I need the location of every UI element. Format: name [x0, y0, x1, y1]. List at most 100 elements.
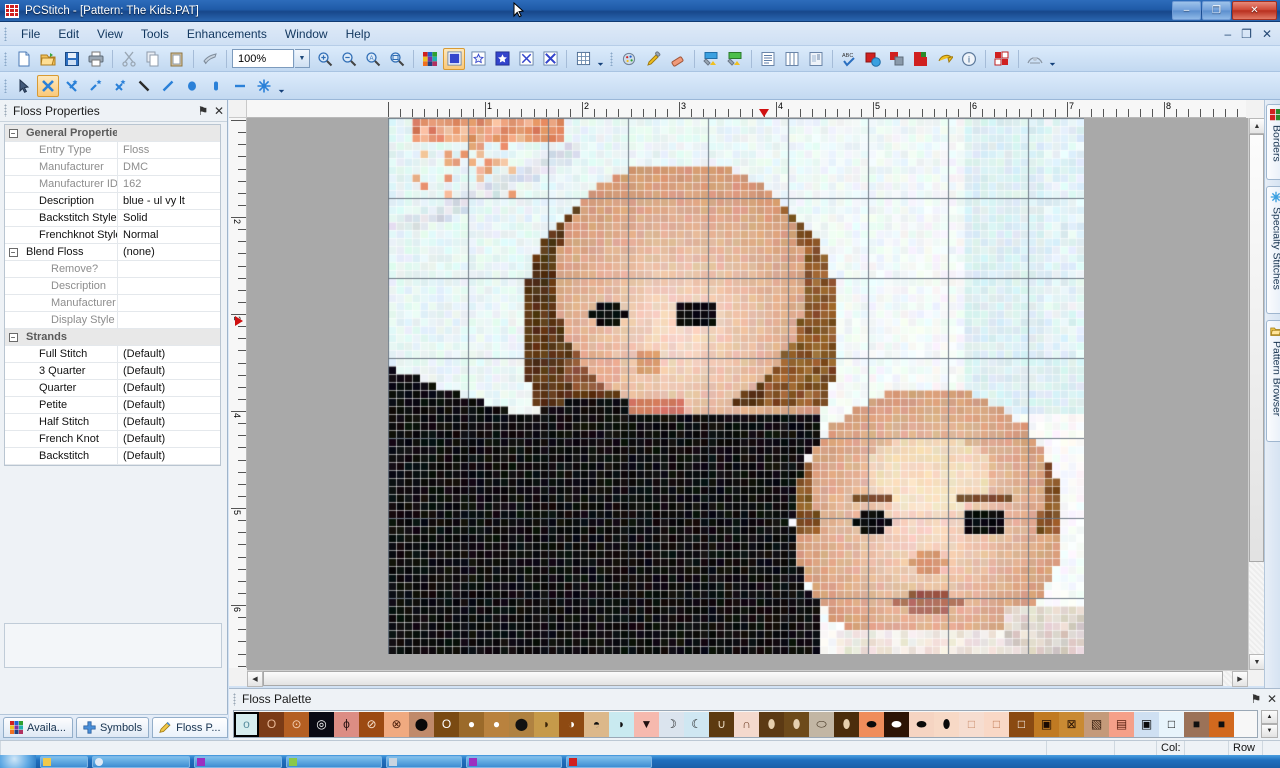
undo-arrow-icon[interactable]	[934, 48, 956, 70]
zoom-fit-icon[interactable]	[386, 48, 408, 70]
floss-swatch[interactable]: ◗	[609, 711, 634, 737]
property-row-blend-remove[interactable]: Remove?	[5, 261, 220, 278]
value-backstitch-style[interactable]: Solid	[117, 210, 220, 226]
property-row-3-quarter[interactable]: 3 Quarter (Default)	[5, 363, 220, 380]
vertical-scroll-track[interactable]	[1249, 134, 1264, 654]
floss-swatch[interactable]: ⬮	[934, 711, 959, 737]
floss-swatch[interactable]: ■	[1184, 711, 1209, 737]
taskbar-item-6[interactable]	[466, 755, 562, 768]
mdi-minimize-button[interactable]: –	[1224, 27, 1231, 41]
floss-swatch[interactable]: ⬤	[409, 711, 434, 737]
pattern-properties-icon[interactable]	[910, 48, 932, 70]
tab-pattern-browser[interactable]: Pattern Browser	[1266, 320, 1280, 442]
pattern-effects-icon[interactable]	[619, 48, 641, 70]
copy-icon[interactable]	[142, 48, 164, 70]
floss-swatch[interactable]: ◎	[309, 711, 334, 737]
chevron-down-icon[interactable]: ▼	[295, 49, 310, 68]
floss-swatch[interactable]: □	[984, 711, 1009, 737]
menu-enhancements[interactable]: Enhancements	[178, 24, 276, 44]
tab-borders[interactable]: Borders	[1266, 104, 1280, 180]
paste-icon[interactable]	[166, 48, 188, 70]
taskbar-item-3[interactable]	[194, 755, 282, 768]
backstitch-diagonal-icon[interactable]	[133, 75, 155, 97]
expander-blend-floss[interactable]: −	[5, 244, 21, 260]
tab-available-floss[interactable]: Availa...	[3, 717, 73, 738]
bead-icon[interactable]	[205, 75, 227, 97]
toolbar-overflow-standard[interactable]: ⏷	[595, 48, 606, 70]
floss-swatch[interactable]: o	[234, 711, 259, 737]
value-blend-floss[interactable]: (none)	[117, 244, 220, 260]
spell-check-icon[interactable]: ABC	[838, 48, 860, 70]
horizontal-scroll-thumb[interactable]	[263, 671, 1223, 686]
view-symbols-color-icon[interactable]	[491, 48, 513, 70]
scroll-left-arrow-icon[interactable]: ◀	[247, 671, 263, 687]
floss-swatch[interactable]: ◑	[559, 711, 584, 737]
vertical-scroll-thumb[interactable]	[1249, 134, 1264, 562]
show-grid-icon[interactable]	[572, 48, 594, 70]
floss-swatch[interactable]: O	[259, 711, 284, 737]
info-icon[interactable]: i	[958, 48, 980, 70]
import-image-icon[interactable]	[862, 48, 884, 70]
horizontal-ruler[interactable]: 123456789	[247, 100, 1246, 118]
floss-swatch[interactable]: ◗	[534, 711, 559, 737]
open-document-icon[interactable]	[37, 48, 59, 70]
floss-swatch[interactable]: ▧	[1084, 711, 1109, 737]
floss-swatch[interactable]: O	[434, 711, 459, 737]
zoom-in-icon[interactable]	[314, 48, 336, 70]
floss-swatch[interactable]: □	[1009, 711, 1034, 737]
floss-swatch[interactable]: ⊙	[284, 711, 309, 737]
expander-strands[interactable]: −	[5, 329, 21, 345]
canvas-vertical-scrollbar[interactable]: ▲ ▼	[1248, 118, 1265, 670]
expander-general[interactable]: −	[5, 125, 21, 141]
property-row-blend-description[interactable]: Description	[5, 278, 220, 295]
toolbar-overflow-tools[interactable]: ⏷	[276, 75, 287, 97]
property-group-general[interactable]: − General Properties	[5, 125, 220, 142]
print-document-icon[interactable]	[85, 48, 107, 70]
value-french-knot[interactable]: (Default)	[117, 431, 220, 447]
zoom-out-icon[interactable]	[338, 48, 360, 70]
select-arrow-icon[interactable]	[13, 75, 35, 97]
view-blocks-icon[interactable]	[443, 47, 465, 70]
floss-list-icon[interactable]	[757, 48, 779, 70]
three-quarter-stitch-icon[interactable]	[61, 75, 83, 97]
petite-stitch-icon[interactable]	[109, 75, 131, 97]
property-row-blend-manufacturer-id[interactable]: Manufacturer ID	[5, 295, 220, 312]
floss-swatch[interactable]: ⬮	[834, 711, 859, 737]
eyedropper-icon[interactable]	[643, 48, 665, 70]
restore-button[interactable]: ❐	[1202, 0, 1231, 20]
property-row-half-stitch[interactable]: Half Stitch (Default)	[5, 414, 220, 431]
preview-icon[interactable]	[1024, 48, 1046, 70]
pin-icon[interactable]: ⚑	[195, 103, 211, 119]
tab-floss-properties[interactable]: Floss P...	[152, 717, 228, 738]
menu-view[interactable]: View	[88, 24, 132, 44]
property-row-french-knot[interactable]: French Knot (Default)	[5, 431, 220, 448]
value-description[interactable]: blue - ul vy lt	[117, 193, 220, 209]
floss-swatch[interactable]: ϕ	[334, 711, 359, 737]
floss-palette-scrollbar[interactable]: ▲ ▼	[1261, 710, 1278, 738]
fill-color-icon[interactable]	[700, 48, 722, 70]
full-stitch-icon[interactable]	[37, 74, 59, 97]
menu-tools[interactable]: Tools	[132, 24, 178, 44]
floss-swatch[interactable]: ▣	[1034, 711, 1059, 737]
menu-edit[interactable]: Edit	[49, 24, 88, 44]
color-palette-icon[interactable]	[419, 48, 441, 70]
save-document-icon[interactable]	[61, 48, 83, 70]
quarter-stitch-icon[interactable]	[85, 75, 107, 97]
scroll-right-arrow-icon[interactable]: ▶	[1232, 671, 1248, 687]
floss-swatch[interactable]: ⬤	[509, 711, 534, 737]
cut-icon[interactable]	[118, 48, 140, 70]
palette-scroll-down-icon[interactable]: ▼	[1261, 724, 1278, 738]
floss-swatch[interactable]: ■	[1209, 711, 1234, 737]
property-group-strands[interactable]: − Strands	[5, 329, 220, 346]
floss-swatch[interactable]: □	[959, 711, 984, 737]
property-row-frenchknot-style[interactable]: Frenchknot Style Normal	[5, 227, 220, 244]
panel-grip[interactable]	[4, 104, 7, 117]
value-quarter[interactable]: (Default)	[117, 380, 220, 396]
value-backstitch[interactable]: (Default)	[117, 448, 220, 464]
floss-swatch[interactable]: ⊠	[1059, 711, 1084, 737]
taskbar-item-2[interactable]	[92, 755, 190, 768]
palette-scroll-up-icon[interactable]: ▲	[1261, 710, 1278, 724]
canvas-horizontal-scrollbar[interactable]: ◀ ▶	[247, 670, 1248, 687]
floss-swatch[interactable]: ●	[484, 711, 509, 737]
toolbar-grip-extra[interactable]	[610, 51, 613, 66]
